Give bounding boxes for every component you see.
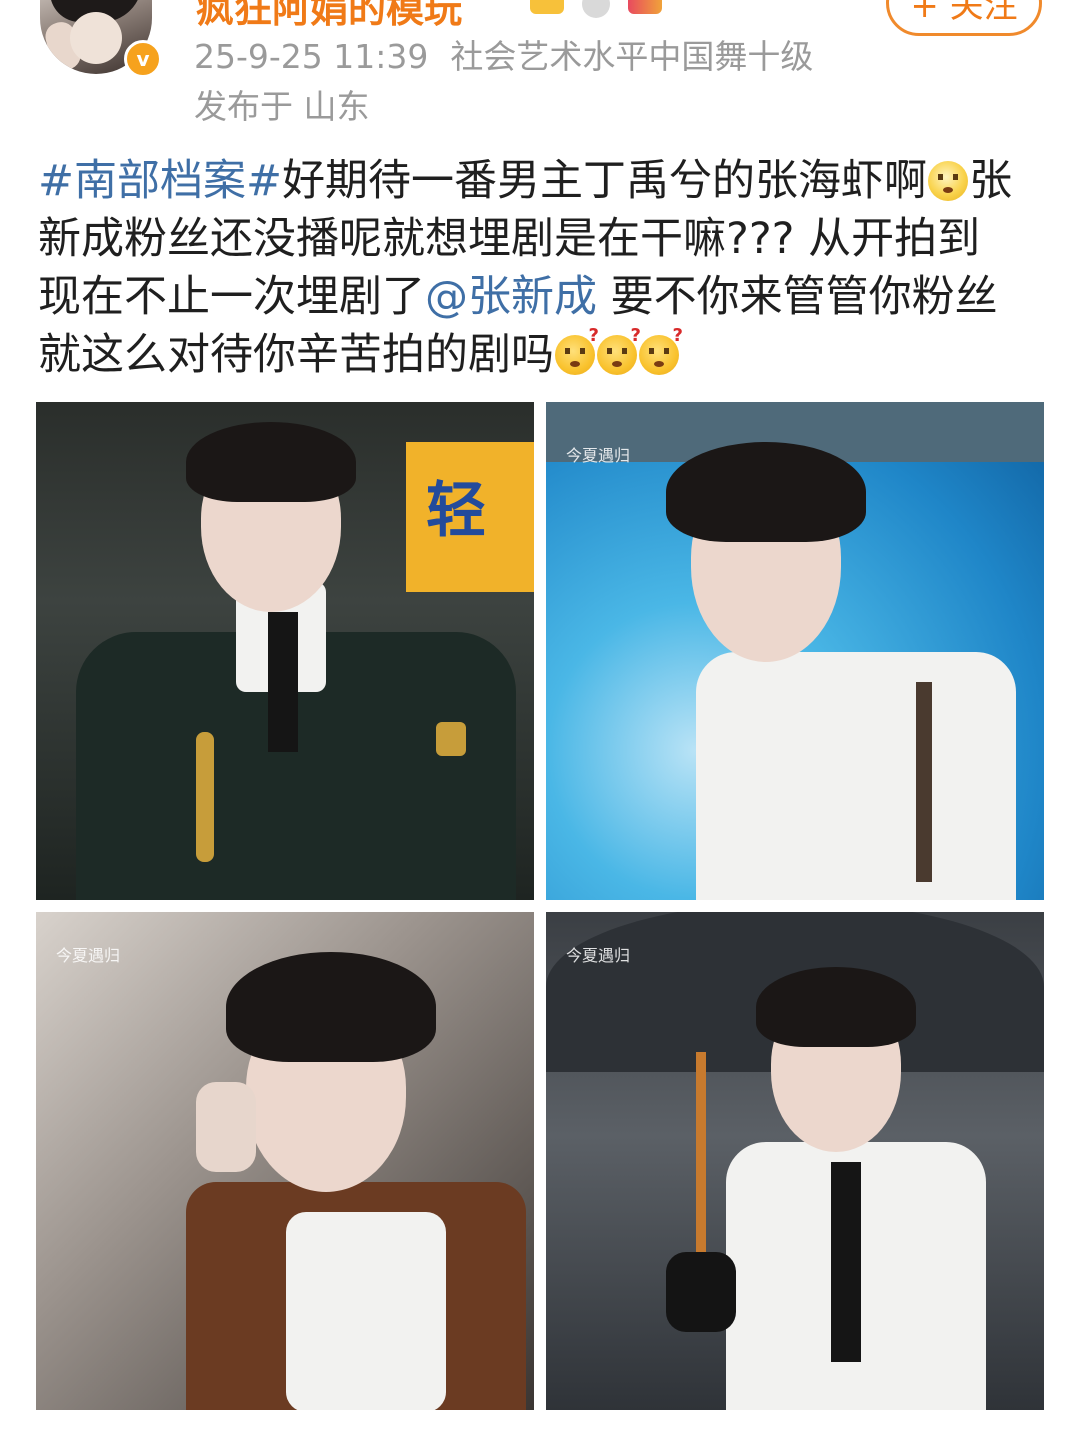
hashtag-link[interactable]: #南部档案#	[38, 156, 282, 206]
person-hair	[226, 952, 436, 1062]
post-text-line-3: 现在不止一次埋剧了@张新成 要不你来管管你粉丝	[38, 268, 1048, 326]
post-text-line-2: 新成粉丝还没播呢就想埋剧是在干嘛??? 从开拍到	[38, 214, 981, 264]
post-text-line-1: #南部档案#好期待一番男主丁禹兮的张海虾啊张	[38, 152, 1048, 210]
post-source: 社会艺术水平中国舞十级	[450, 37, 814, 76]
post-text-segment: 现在不止一次埋剧了	[38, 272, 425, 322]
confused-face-emoji: ?	[639, 327, 683, 375]
post-header: v 疯狂阿娟的模玩 + 关注 25-9-25 11:39 社会艺术水平中国舞十级 …	[0, 0, 1080, 140]
white-shirt	[286, 1212, 446, 1410]
photo-watermark: 今夏遇归	[566, 946, 631, 965]
gold-chain	[196, 732, 214, 862]
dizzy-face-emoji	[928, 161, 969, 201]
post-timestamp: 25-9-25 11:39	[194, 37, 429, 76]
post-text-segment: 好期待一番男主丁禹兮的张海虾啊	[282, 156, 928, 206]
gloved-hand	[666, 1252, 736, 1332]
post-photo-1[interactable]: 轻	[36, 402, 534, 900]
tie	[268, 612, 298, 752]
post-text: #南部档案#好期待一番男主丁禹兮的张海虾啊张 新成粉丝还没播呢就想埋剧是在干嘛?…	[38, 152, 1048, 384]
follow-button[interactable]: + 关注	[886, 0, 1042, 36]
confused-face-emoji: ?	[597, 327, 641, 375]
member-badge-icon	[530, 0, 564, 14]
person-hair	[756, 967, 916, 1047]
photo-watermark: 今夏遇归	[566, 446, 631, 465]
person-hair	[186, 422, 356, 502]
hand	[196, 1082, 256, 1172]
post-meta: 25-9-25 11:39 社会艺术水平中国舞十级	[194, 30, 813, 78]
user-badges	[530, 0, 662, 18]
avatar-face	[70, 12, 122, 64]
level-badge-icon	[582, 0, 610, 18]
post-text-segment: 要不你来管管你粉丝	[597, 272, 998, 322]
post-text-segment: 张	[969, 156, 1013, 206]
post-text-segment: 就这么对待你辛苦拍的剧吗	[38, 330, 554, 380]
post-text-line-4: 就这么对待你辛苦拍的剧吗???	[38, 326, 1048, 384]
white-shirt	[696, 652, 1016, 900]
post-photo-4[interactable]: 今夏遇归	[546, 912, 1044, 1410]
username[interactable]: 疯狂阿娟的模玩	[196, 0, 462, 31]
confused-face-emoji: ?	[555, 327, 599, 375]
fan-badge-icon	[628, 0, 662, 14]
tie	[831, 1162, 861, 1362]
suspender	[916, 682, 932, 882]
badge	[436, 722, 466, 756]
post-photo-3[interactable]: 今夏遇归	[36, 912, 534, 1410]
photo-watermark: 今夏遇归	[56, 946, 121, 965]
post-photo-2[interactable]: 今夏遇归	[546, 402, 1044, 900]
verified-badge-icon: v	[124, 40, 162, 78]
post-location: 发布于 山东	[194, 87, 370, 126]
sign-text: 轻	[426, 476, 486, 546]
person-hair	[666, 442, 866, 542]
mention-link[interactable]: @张新成	[425, 272, 597, 322]
